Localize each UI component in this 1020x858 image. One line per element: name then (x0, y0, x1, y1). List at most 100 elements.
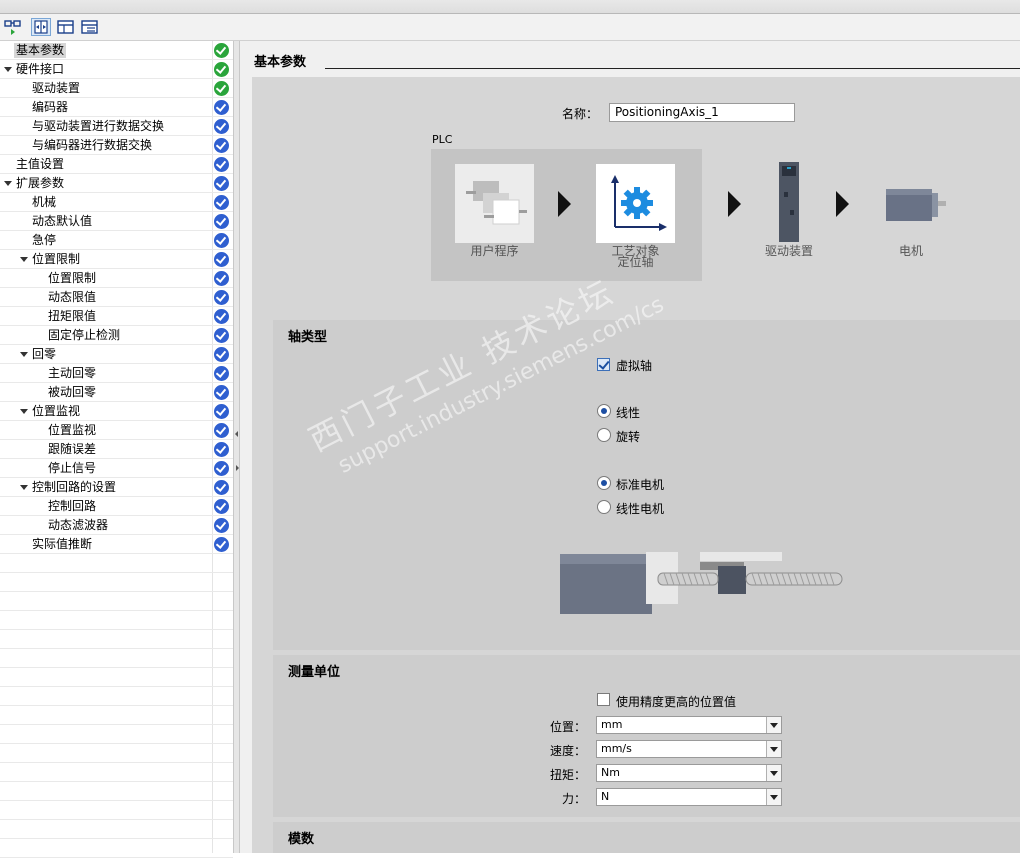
status-check-icon (214, 233, 229, 248)
pane-splitter[interactable] (233, 41, 240, 853)
linear-radio[interactable] (597, 404, 611, 418)
drive-label: 驱动装置 (764, 244, 813, 258)
parameter-tree: 基本参数硬件接口驱动装置 编码器与驱动装置进行数据交换与编码器进行数据交换主值设置… (0, 41, 233, 858)
chevron-down-icon[interactable] (766, 765, 781, 781)
user-program-label: 用户程序 (470, 244, 519, 258)
expand-arrow-icon[interactable] (20, 352, 28, 357)
tree-item-label: 固定停止检测 (48, 328, 121, 342)
tree-item-label: 基本参数 (14, 43, 67, 58)
gear-axis-icon (611, 175, 667, 231)
tree-empty-row (0, 725, 233, 744)
tree-item-label: 与驱动装置进行数据交换 (32, 119, 165, 133)
tree-item[interactable]: 动态限值 (0, 288, 233, 307)
status-check-icon (214, 366, 229, 381)
expand-arrow-icon[interactable] (20, 409, 28, 414)
status-check-icon (214, 176, 229, 191)
tree-item[interactable]: 扩展参数 (0, 174, 233, 193)
tree-item-label: 位置限制 (32, 252, 81, 266)
tree-item[interactable]: 扭矩限值 (0, 307, 233, 326)
tree-item[interactable]: 与驱动装置进行数据交换 (0, 117, 233, 136)
axis-type-title: 轴类型 (288, 330, 328, 345)
expand-arrow-icon[interactable] (20, 257, 28, 262)
rotary-label: 旋转 (616, 430, 641, 444)
tree-empty-row (0, 839, 233, 858)
position-unit-value: mm (601, 718, 623, 731)
tree-item[interactable]: 位置限制 (0, 269, 233, 288)
status-check-icon (214, 423, 229, 438)
program-blocks-icon (466, 181, 527, 225)
linear-label: 线性 (616, 406, 641, 420)
virtual-axis-checkbox[interactable] (597, 358, 610, 371)
split-arrows-icon (34, 20, 48, 34)
tree-item-label: 动态滤波器 (48, 518, 109, 532)
tree-empty-row (0, 801, 233, 820)
chevron-down-icon[interactable] (766, 789, 781, 805)
force-unit-select[interactable]: N (596, 788, 782, 806)
collapse-tree-button[interactable] (56, 18, 76, 36)
tree-item[interactable]: 跟随误差 (0, 440, 233, 459)
status-check-icon (214, 328, 229, 343)
tree-empty-row (0, 611, 233, 630)
tree-item[interactable]: 主值设置 (0, 155, 233, 174)
high-precision-checkbox[interactable] (597, 693, 610, 706)
tree-item-label: 停止信号 (48, 461, 97, 475)
tree-item-label: 扭矩限值 (48, 309, 97, 323)
tree-item[interactable]: 固定停止检测 (0, 326, 233, 345)
tree-item-label: 硬件接口 (16, 62, 65, 76)
tree-item[interactable]: 被动回零 (0, 383, 233, 402)
expand-arrow-icon[interactable] (4, 181, 12, 186)
tree-item[interactable]: 位置监视 (0, 402, 233, 421)
tree-item[interactable]: 位置限制 (0, 250, 233, 269)
expand-tree-button[interactable] (80, 18, 100, 36)
tree-item-label: 主值设置 (16, 157, 65, 171)
status-check-icon (214, 157, 229, 172)
drive-device-icon (779, 162, 799, 242)
tree-item[interactable]: 基本参数 (0, 41, 233, 60)
tree-item[interactable]: 硬件接口 (0, 60, 233, 79)
chevron-down-icon[interactable] (766, 741, 781, 757)
tree-item[interactable]: 机械 (0, 193, 233, 212)
position-unit-select[interactable]: mm (596, 716, 782, 734)
chevron-down-icon[interactable] (766, 717, 781, 733)
status-check-icon (214, 138, 229, 153)
linear-motor-radio[interactable] (597, 500, 611, 514)
linear-motor-label: 线性电机 (616, 502, 665, 516)
tree-item[interactable]: 驱动装置 (0, 79, 233, 98)
tree-item[interactable]: 位置监视 (0, 421, 233, 440)
tree-item[interactable]: 停止信号 (0, 459, 233, 478)
velocity-unit-select[interactable]: mm/s (596, 740, 782, 758)
tree-empty-row (0, 782, 233, 801)
tree-item[interactable]: 急停 (0, 231, 233, 250)
tree-empty-row (0, 706, 233, 725)
standard-motor-radio[interactable] (597, 476, 611, 490)
expand-arrow-icon[interactable] (20, 485, 28, 490)
torque-unit-select[interactable]: Nm (596, 764, 782, 782)
tree-item[interactable]: 回零 (0, 345, 233, 364)
flow-arrow-1 (558, 191, 571, 217)
velocity-unit-label: 速度： (549, 744, 586, 758)
rotary-radio[interactable] (597, 428, 611, 442)
tree-item[interactable]: 动态滤波器 (0, 516, 233, 535)
tree-item-label: 被动回零 (48, 385, 97, 399)
collapse-left-icon[interactable] (235, 431, 238, 437)
tree-item[interactable]: 控制回路的设置 (0, 478, 233, 497)
split-view-button[interactable] (31, 18, 51, 36)
tree-item[interactable]: 动态默认值 (0, 212, 233, 231)
expand-arrow-icon[interactable] (4, 67, 12, 72)
virtual-axis-label: 虚拟轴 (616, 359, 653, 373)
view-options-button[interactable] (3, 18, 23, 36)
tree-item[interactable]: 控制回路 (0, 497, 233, 516)
tree-item-label: 扩展参数 (16, 176, 65, 190)
tree-item-label: 动态限值 (48, 290, 97, 304)
expand-right-icon[interactable] (236, 465, 239, 471)
window-title-strip (0, 0, 1020, 14)
tree-item[interactable]: 编码器 (0, 98, 233, 117)
parameter-content: 基本参数 名称： PositioningAxis_1 PLC 用户程序 工艺对象… (240, 41, 1020, 853)
tree-empty-row (0, 592, 233, 611)
motor-label: 电机 (898, 244, 923, 258)
axis-name-input[interactable]: PositioningAxis_1 (609, 103, 795, 122)
name-label: 名称： (562, 107, 599, 121)
tree-item[interactable]: 主动回零 (0, 364, 233, 383)
tree-item[interactable]: 实际值推断 (0, 535, 233, 554)
tree-item[interactable]: 与编码器进行数据交换 (0, 136, 233, 155)
